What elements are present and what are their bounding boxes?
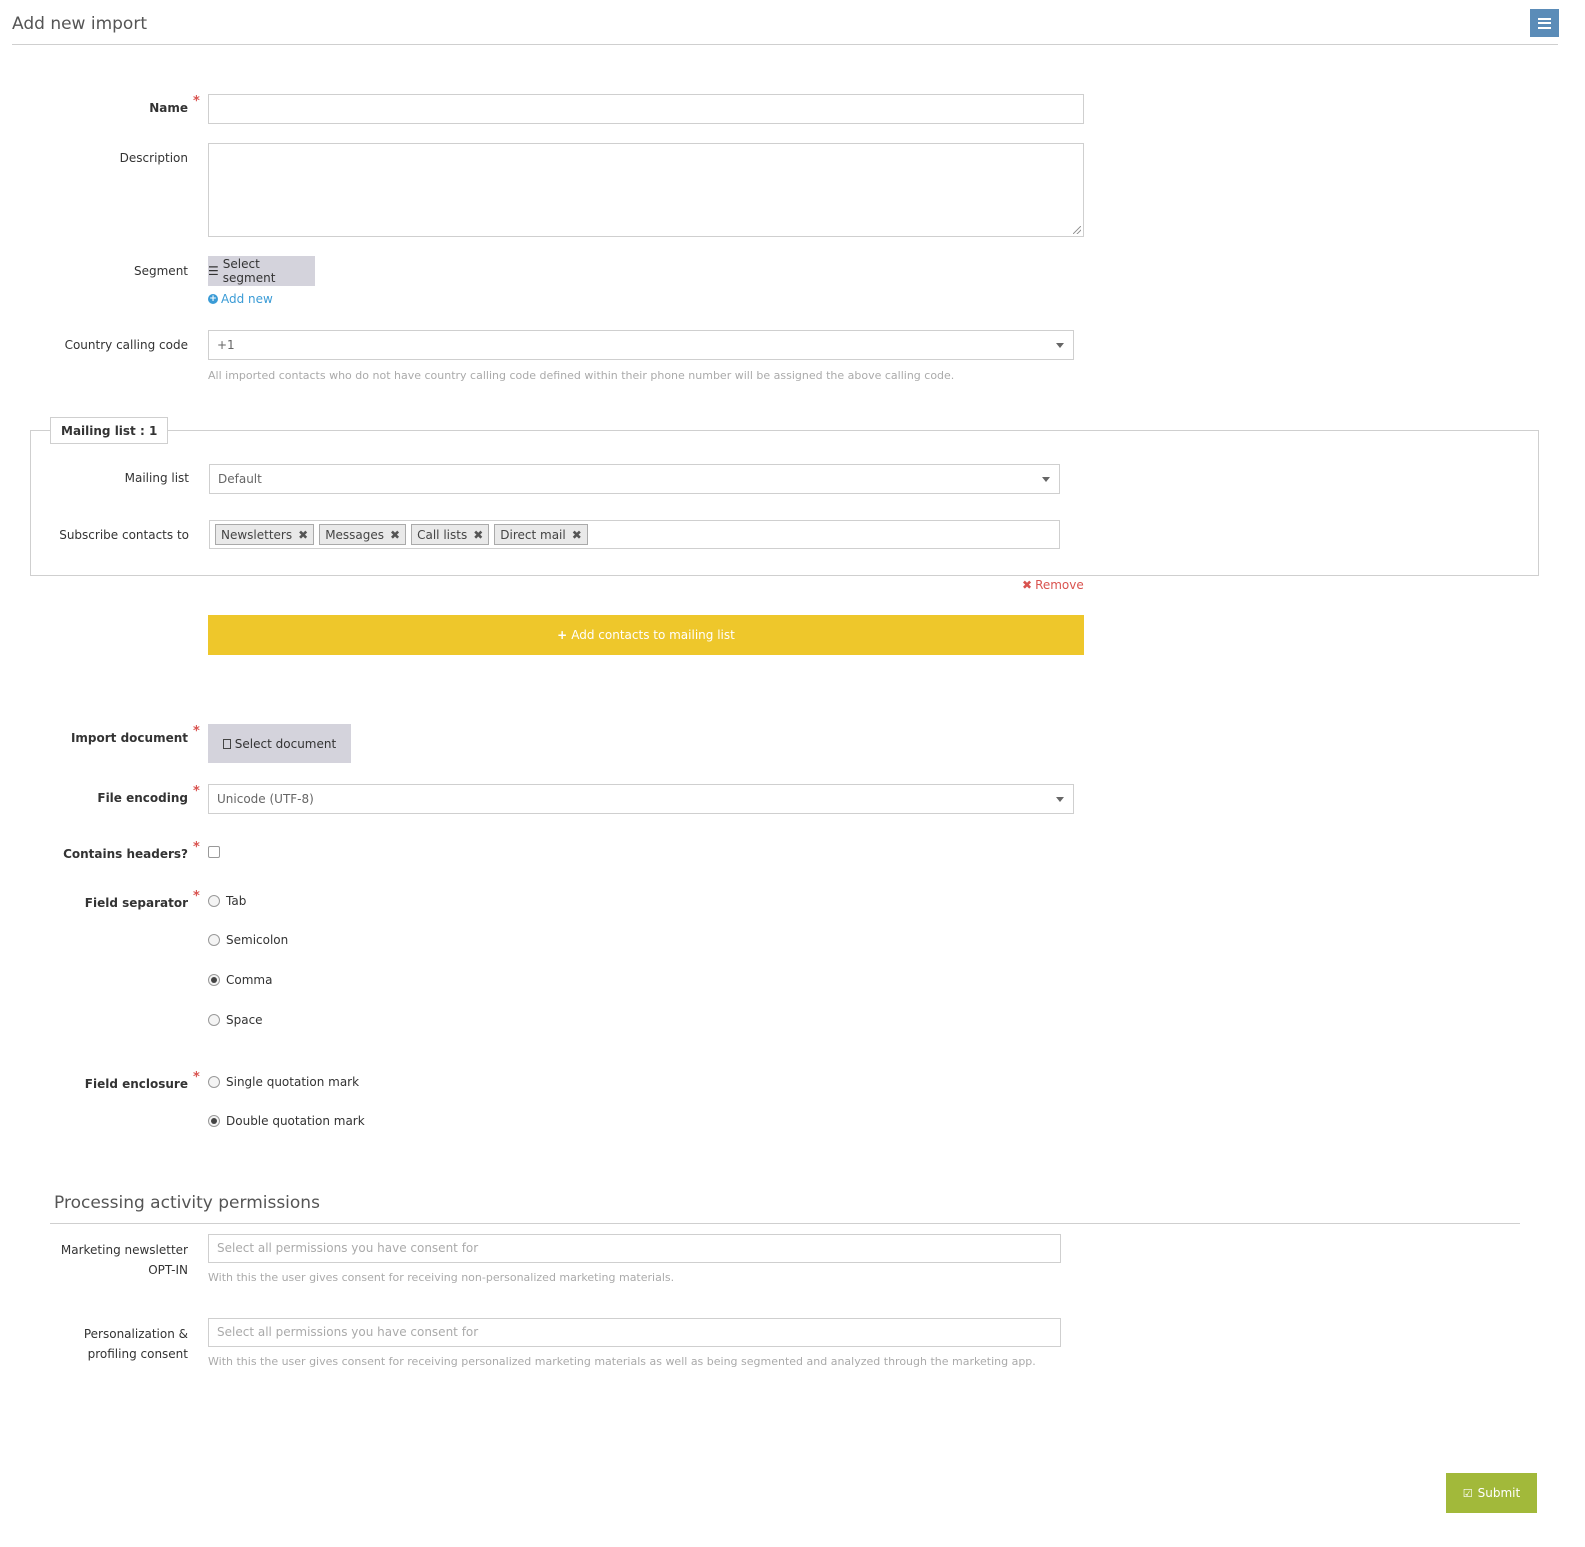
file-encoding-select[interactable]: Unicode (UTF-8) bbox=[208, 784, 1074, 814]
marketing-optin-label: Marketing newsletter OPT-IN bbox=[60, 1243, 188, 1277]
field-separator-label: Field separator bbox=[84, 896, 188, 910]
permissions-section-title: Processing activity permissions bbox=[54, 1193, 320, 1213]
required-marker: * bbox=[193, 724, 200, 739]
radio-button[interactable] bbox=[208, 895, 220, 907]
personalization-help: With this the user gives consent for rec… bbox=[208, 1355, 1036, 1368]
contains-headers-label: Contains headers? bbox=[63, 847, 188, 861]
contains-headers-checkbox[interactable] bbox=[208, 846, 220, 858]
mailing-list-legend: Mailing list : 1 bbox=[50, 417, 169, 444]
plus-circle-icon: + bbox=[208, 294, 218, 304]
personalization-input[interactable]: Select all permissions you have consent … bbox=[208, 1318, 1061, 1347]
marketing-optin-input[interactable]: Select all permissions you have consent … bbox=[208, 1234, 1061, 1263]
country-code-help: All imported contacts who do not have co… bbox=[208, 369, 955, 382]
subscribe-tags-input[interactable]: Newsletters ✖ Messages ✖ Call lists ✖ Di… bbox=[209, 520, 1060, 549]
close-icon: ✖ bbox=[1022, 578, 1033, 592]
required-marker: * bbox=[193, 94, 200, 109]
radio-button[interactable] bbox=[208, 1014, 220, 1026]
file-encoding-label: File encoding bbox=[97, 791, 188, 805]
field-enclosure-label: Field enclosure bbox=[84, 1077, 188, 1091]
chevron-down-icon bbox=[1056, 343, 1064, 348]
radio-button[interactable] bbox=[208, 1076, 220, 1088]
import-document-label: Import document bbox=[70, 731, 188, 745]
chevron-down-icon bbox=[1056, 797, 1064, 802]
required-marker: * bbox=[193, 784, 200, 799]
mailing-list-fieldset bbox=[30, 430, 1539, 576]
personalization-label: Personalization & profiling consent bbox=[83, 1327, 188, 1361]
enclosure-option-double[interactable]: Double quotation mark bbox=[208, 1114, 365, 1128]
title-divider bbox=[12, 44, 1558, 45]
name-label: Name bbox=[149, 101, 188, 115]
tag-direct-mail: Direct mail ✖ bbox=[494, 524, 588, 545]
country-code-label: Country calling code bbox=[64, 338, 188, 352]
enclosure-option-single[interactable]: Single quotation mark bbox=[208, 1075, 359, 1089]
list-icon: ☰ bbox=[208, 264, 219, 278]
mailing-list-select[interactable]: Default bbox=[209, 464, 1060, 494]
select-segment-button[interactable]: ☰ Select segment bbox=[208, 256, 315, 286]
radio-button-selected[interactable] bbox=[208, 974, 220, 986]
description-textarea[interactable] bbox=[208, 143, 1084, 237]
remove-mailing-list-link[interactable]: ✖ Remove bbox=[1022, 578, 1084, 592]
page-title: Add new import bbox=[12, 14, 147, 34]
radio-button[interactable] bbox=[208, 934, 220, 946]
hamburger-icon bbox=[1538, 17, 1551, 29]
check-square-icon: ☑ bbox=[1462, 1486, 1473, 1500]
chevron-down-icon bbox=[1042, 477, 1050, 482]
permissions-divider bbox=[50, 1223, 1520, 1224]
tag-newsletters: Newsletters ✖ bbox=[215, 524, 315, 545]
separator-option-tab[interactable]: Tab bbox=[208, 894, 246, 908]
subscribe-label: Subscribe contacts to bbox=[59, 528, 189, 542]
separator-option-comma[interactable]: Comma bbox=[208, 973, 272, 987]
remove-tag-icon[interactable]: ✖ bbox=[298, 528, 308, 542]
radio-button-selected[interactable] bbox=[208, 1115, 220, 1127]
required-marker: * bbox=[193, 840, 200, 855]
segment-label: Segment bbox=[134, 264, 188, 278]
description-label: Description bbox=[119, 151, 188, 165]
mailing-list-label: Mailing list bbox=[124, 471, 189, 485]
file-icon bbox=[222, 738, 231, 749]
separator-option-space[interactable]: Space bbox=[208, 1013, 263, 1027]
menu-button[interactable] bbox=[1530, 9, 1559, 37]
separator-option-semicolon[interactable]: Semicolon bbox=[208, 933, 288, 947]
add-contacts-button[interactable]: + Add contacts to mailing list bbox=[208, 615, 1084, 655]
tag-call-lists: Call lists ✖ bbox=[411, 524, 490, 545]
tag-messages: Messages ✖ bbox=[319, 524, 407, 545]
country-code-select[interactable]: +1 bbox=[208, 330, 1074, 360]
remove-tag-icon[interactable]: ✖ bbox=[572, 528, 582, 542]
resize-grip-icon[interactable] bbox=[1073, 226, 1081, 234]
select-document-button[interactable]: Select document bbox=[208, 724, 351, 763]
plus-icon: + bbox=[557, 628, 568, 642]
submit-button[interactable]: ☑ Submit bbox=[1446, 1473, 1537, 1513]
required-marker: * bbox=[193, 1070, 200, 1085]
remove-tag-icon[interactable]: ✖ bbox=[390, 528, 400, 542]
required-marker: * bbox=[193, 889, 200, 904]
marketing-optin-help: With this the user gives consent for rec… bbox=[208, 1271, 675, 1284]
remove-tag-icon[interactable]: ✖ bbox=[473, 528, 483, 542]
name-input[interactable] bbox=[208, 94, 1084, 124]
add-new-segment-link[interactable]: + Add new bbox=[208, 292, 273, 306]
